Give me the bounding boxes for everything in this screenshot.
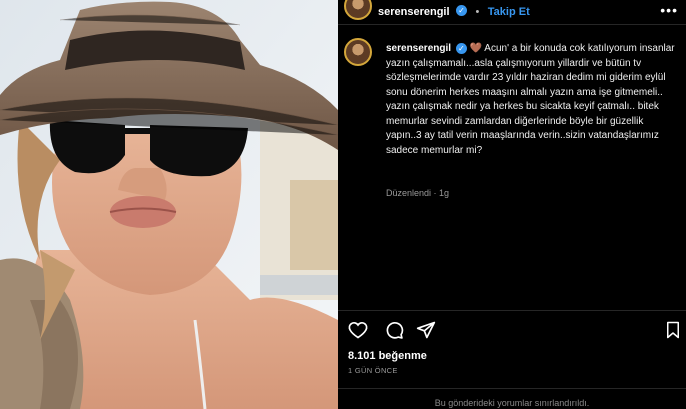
header-avatar[interactable] xyxy=(344,0,372,20)
action-bar xyxy=(346,320,682,342)
more-icon[interactable]: ••• xyxy=(660,2,678,18)
header-divider xyxy=(338,24,686,25)
selfie-image xyxy=(0,0,338,409)
comment-icon[interactable] xyxy=(384,320,404,340)
likes-count[interactable]: 8.101 beğenme xyxy=(348,350,427,362)
actions-divider xyxy=(338,310,686,311)
verified-badge-icon: ✓ xyxy=(456,5,467,17)
comments-divider xyxy=(338,388,686,389)
follow-button[interactable]: Takip Et xyxy=(488,6,530,18)
post-photo[interactable] xyxy=(0,0,338,409)
caption-avatar[interactable] xyxy=(344,38,372,66)
post-header: serenserengil ✓ • Takip Et ••• xyxy=(338,0,686,22)
caption-text: serenserengil ✓ 🤎 Acun' a bir konuda cok… xyxy=(386,42,678,158)
share-icon[interactable] xyxy=(416,320,436,340)
post-timestamp: 1 GÜN ÖNCE xyxy=(348,366,398,375)
caption-username[interactable]: serenserengil xyxy=(386,43,451,54)
edited-label: Düzenlendi · 1g xyxy=(386,188,450,198)
separator-dot: • xyxy=(475,6,480,18)
instagram-post: serenserengil ✓ • Takip Et ••• serensere… xyxy=(0,0,686,409)
post-side-panel: serenserengil ✓ • Takip Et ••• serensere… xyxy=(338,0,686,409)
caption-body: 🤎 Acun' a bir konuda cok katılıyorum ins… xyxy=(386,43,675,156)
comments-restricted-notice: Bu gönderideki yorumlar sınırlandırıldı. xyxy=(434,398,590,408)
header-username[interactable]: serenserengil xyxy=(378,6,450,18)
bookmark-icon[interactable] xyxy=(664,320,682,340)
verified-badge-icon: ✓ xyxy=(455,42,467,54)
heart-icon[interactable] xyxy=(348,320,368,340)
